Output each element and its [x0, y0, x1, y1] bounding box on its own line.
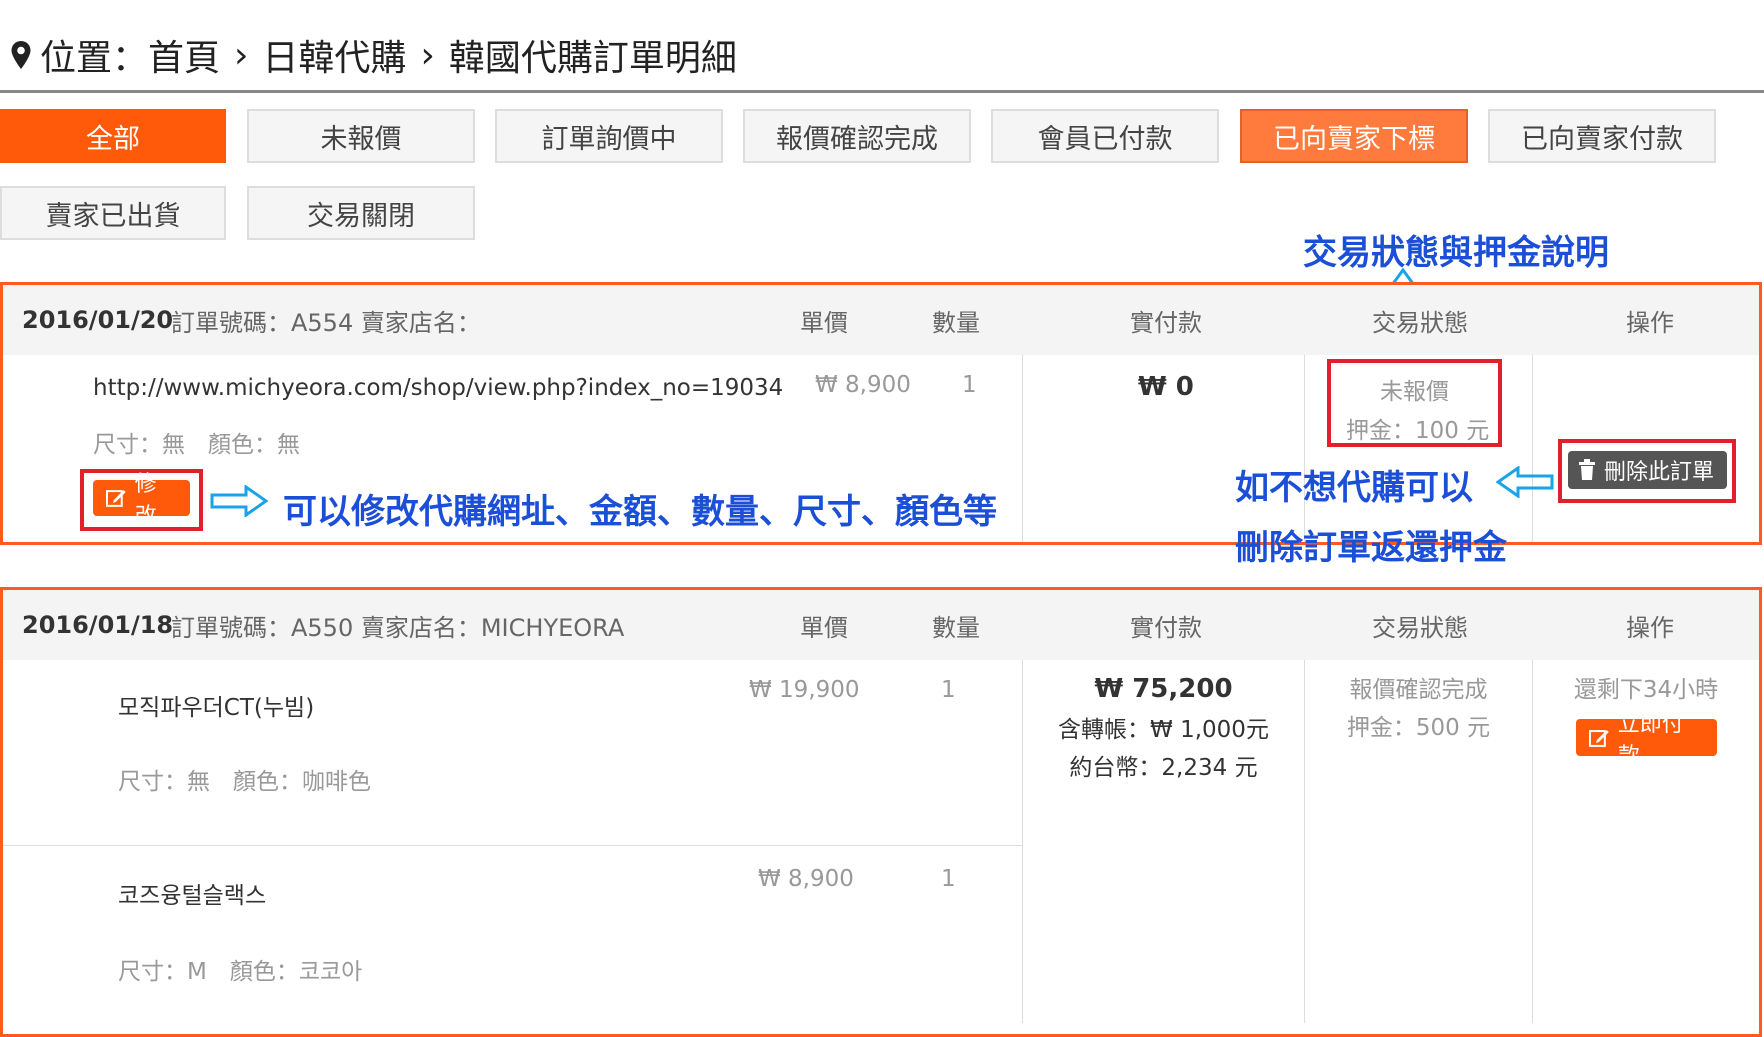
col-quantity: 數量: [932, 613, 980, 642]
col-status: 交易狀態: [1372, 613, 1468, 642]
edit-button[interactable]: 修改: [93, 472, 190, 529]
item-url-link[interactable]: http://www.michyeora.com/shop/view.php?i…: [93, 375, 783, 401]
tab-all[interactable]: 全部: [0, 109, 226, 163]
edit-icon: [105, 490, 126, 507]
breadcrumb-divider: [0, 90, 1764, 93]
annotation-delete-note: 如不想代購可以: [1235, 468, 1473, 508]
item-name[interactable]: 모직파우더CT(누빔): [118, 688, 314, 722]
item-unit-price: ₩ 19,900: [749, 677, 860, 703]
arrow-left-icon: [1496, 466, 1554, 498]
deposit-amount: 押金：100 元: [1346, 418, 1490, 444]
breadcrumb-separator: ›: [234, 34, 249, 76]
tab-bid-placed[interactable]: 已向賣家下標: [1240, 109, 1468, 163]
tab-seller-paid[interactable]: 已向賣家付款: [1488, 109, 1716, 163]
paid-amount: ₩ 0: [1138, 372, 1194, 402]
order-date: 2016/01/20: [22, 306, 174, 334]
tab-quote-confirmed[interactable]: 報價確認完成: [743, 109, 971, 163]
delete-order-button-label: 刪除此訂單: [1604, 460, 1715, 485]
item-quantity: 1: [941, 866, 956, 892]
trash-icon: [1579, 459, 1595, 480]
annotation-status-note: 交易狀態與押金說明: [1303, 233, 1609, 273]
item-options: 尺寸：無 顏色：咖啡色: [118, 769, 371, 795]
item-divider: [3, 845, 1022, 846]
arrow-right-icon: [210, 485, 268, 517]
col-unit-price: 單價: [800, 613, 848, 642]
breadcrumb-item-category[interactable]: 日韓代購: [262, 29, 406, 81]
breadcrumb-separator: ›: [420, 34, 435, 76]
annotation-delete-note: 刪除訂單返還押金: [1235, 528, 1507, 568]
order-header: 2016/01/20 訂單號碼：A554 賣家店名： 單價 數量 實付款 交易狀…: [3, 285, 1759, 355]
item-options: 尺寸：無 顏色：無: [93, 432, 300, 458]
item-options: 尺寸：M 顏色：코코아: [118, 959, 363, 985]
order-date: 2016/01/18: [22, 611, 174, 639]
col-status: 交易狀態: [1372, 308, 1468, 337]
col-action: 操作: [1626, 308, 1674, 337]
col-paid: 實付款: [1130, 613, 1202, 642]
tab-closed[interactable]: 交易關閉: [247, 186, 475, 240]
col-unit-price: 單價: [800, 308, 848, 337]
item-name[interactable]: 코즈융털슬랙스: [118, 876, 266, 910]
col-paid: 實付款: [1130, 308, 1202, 337]
col-action: 操作: [1626, 613, 1674, 642]
deposit-amount: 押金：500 元: [1346, 715, 1491, 741]
edit-icon: [1588, 729, 1609, 747]
breadcrumb-item-current: 韓國代購訂單明細: [448, 38, 737, 79]
item-quantity: 1: [962, 372, 977, 398]
breadcrumb-prefix[interactable]: 位置：首頁: [40, 29, 220, 81]
tab-shipped[interactable]: 賣家已出貨: [0, 186, 226, 240]
item-unit-price: ₩ 8,900: [758, 866, 854, 892]
column-divider: [1304, 355, 1305, 542]
time-remaining: 還剩下34小時: [1573, 677, 1719, 703]
column-divider: [1532, 660, 1533, 1023]
order-info: 訂單號碼：A554 賣家店名：: [171, 308, 481, 337]
order-header: 2016/01/18 訂單號碼：A550 賣家店名：MICHYEORA 單價 數…: [3, 590, 1759, 660]
breadcrumb: 位置：首頁 › 日韓代購 › 韓國代購訂單明細: [10, 30, 737, 80]
delete-order-button[interactable]: 刪除此訂單: [1568, 451, 1727, 489]
paid-amount: ₩ 75,200: [1094, 674, 1233, 704]
annotation-edit-note: 可以修改代購網址、金額、數量、尺寸、顏色等: [283, 492, 997, 532]
item-unit-price: ₩ 8,900: [815, 372, 911, 398]
pay-now-button-label: 立即付款: [1617, 711, 1684, 769]
item-quantity: 1: [941, 677, 956, 703]
tab-member-paid[interactable]: 會員已付款: [991, 109, 1219, 163]
tab-inquiring[interactable]: 訂單詢價中: [495, 109, 723, 163]
paid-transfer: 含轉帳：₩ 1,000元: [1058, 717, 1269, 743]
column-divider: [1532, 355, 1533, 542]
pay-now-button[interactable]: 立即付款: [1576, 712, 1717, 769]
status-text: 報價確認完成: [1349, 677, 1488, 703]
col-quantity: 數量: [932, 308, 980, 337]
paid-twd: 約台幣：2,234 元: [1069, 755, 1258, 781]
order-info: 訂單號碼：A550 賣家店名：MICHYEORA: [171, 613, 625, 642]
column-divider: [1022, 355, 1023, 542]
edit-button-label: 修改: [134, 472, 157, 529]
location-pin-icon: [11, 41, 31, 69]
status-text: 未報價: [1380, 379, 1449, 405]
tab-unquoted[interactable]: 未報價: [247, 109, 475, 163]
